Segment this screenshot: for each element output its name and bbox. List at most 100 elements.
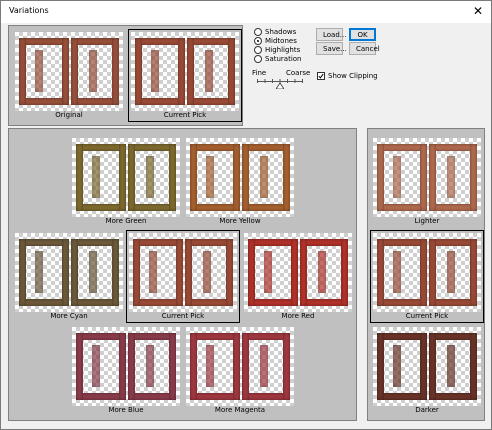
- frame-segment: [185, 239, 192, 306]
- frame-segment: [470, 144, 477, 211]
- frame-segment: [128, 144, 135, 211]
- more-cyan-thumb[interactable]: More Cyan: [15, 233, 123, 320]
- frame-segment: [248, 239, 255, 306]
- frame-segment: [318, 251, 326, 293]
- darker-image: [373, 327, 481, 406]
- brightness-panel: Lighter Current Pick Darker: [367, 128, 485, 421]
- saturation-label: Saturation: [265, 55, 302, 63]
- frame-segment: [291, 239, 298, 306]
- more-cyan-caption: More Cyan: [50, 312, 88, 320]
- frame-segment: [470, 333, 477, 400]
- frame-segment: [71, 38, 78, 105]
- more-yellow-image: [186, 138, 294, 217]
- more-blue-caption: More Blue: [108, 406, 144, 414]
- current-pick-caption: Current Pick: [163, 111, 207, 119]
- frame-segment: [206, 345, 214, 387]
- frame-segment: [233, 333, 240, 400]
- ok-button[interactable]: OK: [349, 28, 376, 41]
- dialog-title: Variations: [9, 6, 49, 15]
- current-pick-brightness-image: [373, 233, 481, 312]
- save-button[interactable]: Save...: [316, 42, 347, 55]
- current-pick-brightness-caption: Current Pick: [405, 312, 449, 320]
- more-magenta-thumb[interactable]: More Magenta: [186, 327, 294, 414]
- frame-segment: [135, 38, 142, 105]
- more-red-thumb[interactable]: More Red: [244, 233, 352, 320]
- shadows-radio-dot[interactable]: [254, 28, 262, 36]
- show-clipping-checkbox[interactable]: [317, 72, 325, 80]
- more-yellow-caption: More Yellow: [219, 217, 261, 225]
- frame-segment: [393, 345, 401, 387]
- current-pick-center-caption: Current Pick: [161, 312, 205, 320]
- frame-segment: [133, 239, 140, 306]
- frame-segment: [112, 239, 119, 306]
- frame-segment: [190, 333, 197, 400]
- frame-segment: [447, 345, 455, 387]
- frame-segment: [151, 50, 159, 92]
- original-caption: Original: [55, 111, 83, 119]
- frame-segment: [242, 144, 249, 211]
- more-magenta-image: [186, 327, 294, 406]
- lighter-thumb[interactable]: Lighter: [373, 138, 481, 225]
- frame-segment: [393, 251, 401, 293]
- frame-segment: [119, 333, 126, 400]
- frame-segment: [447, 156, 455, 198]
- frame-segment: [176, 239, 183, 306]
- cancel-button[interactable]: Cancel: [349, 42, 380, 55]
- frame-segment: [228, 38, 235, 105]
- slider-thumb-icon[interactable]: [276, 83, 284, 89]
- frame-segment: [377, 333, 384, 400]
- current-pick-center-image: [129, 233, 237, 312]
- frame-segment: [242, 333, 249, 400]
- lighter-caption: Lighter: [414, 217, 440, 225]
- darker-thumb[interactable]: Darker: [373, 327, 481, 414]
- frame-segment: [283, 144, 290, 211]
- midtones-radio-dot[interactable]: [254, 37, 262, 45]
- original-thumb[interactable]: Original: [15, 32, 123, 119]
- more-yellow-thumb[interactable]: More Yellow: [186, 138, 294, 225]
- coarse-label: Coarse: [286, 69, 311, 77]
- frame-segment: [393, 156, 401, 198]
- title-bar: Variations ✕: [1, 1, 491, 23]
- frame-segment: [119, 144, 126, 211]
- frame-segment: [92, 345, 100, 387]
- more-blue-thumb[interactable]: More Blue: [72, 327, 180, 414]
- frame-segment: [260, 345, 268, 387]
- show-clipping-label: Show Clipping: [328, 72, 378, 80]
- more-green-thumb[interactable]: More Green: [72, 138, 180, 225]
- darker-caption: Darker: [415, 406, 439, 414]
- close-icon[interactable]: ✕: [471, 4, 485, 18]
- highlights-radio-dot[interactable]: [254, 46, 262, 54]
- frame-segment: [89, 251, 97, 293]
- frame-segment: [92, 156, 100, 198]
- lighter-image: [373, 138, 481, 217]
- current-pick-brightness-thumb[interactable]: Current Pick: [370, 230, 484, 323]
- frame-segment: [35, 251, 43, 293]
- frame-segment: [187, 38, 194, 105]
- frame-segment: [283, 333, 290, 400]
- more-red-image: [244, 233, 352, 312]
- frame-segment: [19, 38, 26, 105]
- frame-segment: [205, 50, 213, 92]
- frame-segment: [206, 156, 214, 198]
- frame-segment: [146, 156, 154, 198]
- frame-segment: [169, 333, 176, 400]
- variations-dialog: Variations ✕ Original Current Pick Shado…: [0, 0, 492, 430]
- hue-variations-panel: More Green More Yellow More Cyan Current…: [8, 128, 357, 421]
- more-magenta-caption: More Magenta: [214, 406, 266, 414]
- frame-segment: [226, 239, 233, 306]
- frame-segment: [35, 50, 43, 92]
- frame-segment: [429, 333, 436, 400]
- frame-segment: [76, 144, 83, 211]
- frame-segment: [341, 239, 348, 306]
- saturation-radio-dot[interactable]: [254, 55, 262, 63]
- frame-segment: [146, 345, 154, 387]
- frame-segment: [447, 251, 455, 293]
- current-pick-center-thumb[interactable]: Current Pick: [126, 230, 240, 323]
- fine-coarse-slider[interactable]: [257, 77, 303, 91]
- frame-segment: [62, 239, 69, 306]
- frame-segment: [149, 251, 157, 293]
- current-pick-preview: Current Pick: [128, 29, 242, 122]
- frame-segment: [128, 333, 135, 400]
- frame-segment: [71, 239, 78, 306]
- load-button[interactable]: Load...: [316, 28, 346, 41]
